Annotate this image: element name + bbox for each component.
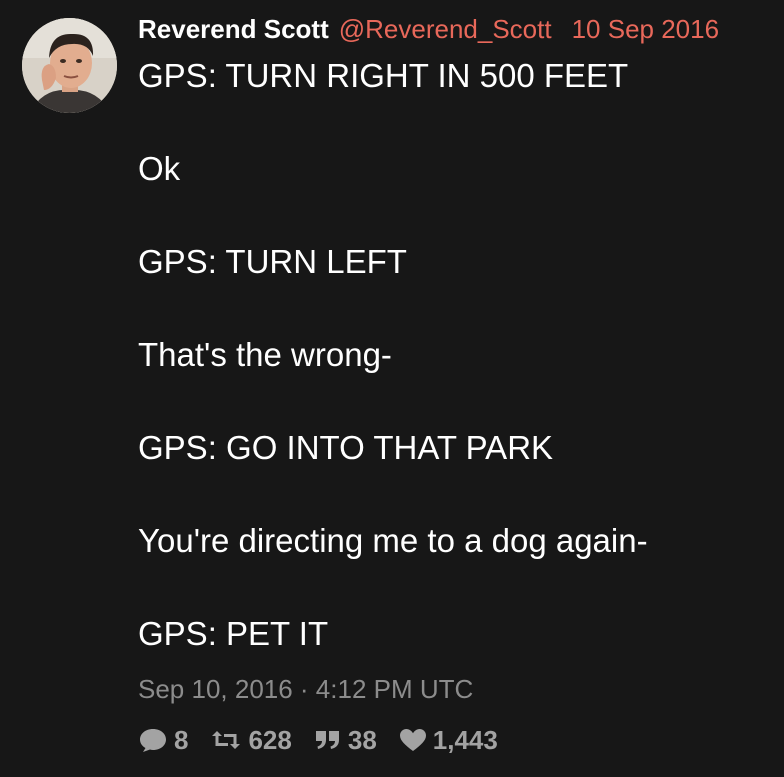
- like-count: 1,443: [432, 724, 498, 755]
- comment-icon: [138, 727, 168, 753]
- tweet: Reverend Scott @Reverend_Scott 10 Sep 2016…: [0, 0, 784, 777]
- reply-count: 8: [174, 724, 189, 755]
- like-stat[interactable]: 1,443: [399, 725, 498, 756]
- quote-count: 38: [347, 724, 377, 755]
- tweet-stats: 8 628 38 1,443: [138, 722, 520, 758]
- avatar[interactable]: [22, 18, 117, 113]
- quote-icon: [314, 728, 342, 752]
- quote-stat[interactable]: 38: [314, 725, 377, 756]
- tweet-line: GPS: TURN LEFT: [138, 243, 407, 280]
- retweet-icon: [210, 728, 242, 752]
- display-name[interactable]: Reverend Scott: [138, 14, 329, 44]
- user-handle[interactable]: @Reverend_Scott: [339, 14, 552, 44]
- tweet-timestamp[interactable]: Sep 10, 2016 · 4:12 PM UTC: [138, 672, 473, 706]
- tweet-text: GPS: TURN RIGHT IN 500 FEET Ok GPS: TURN…: [138, 56, 768, 654]
- heart-icon: [399, 728, 427, 752]
- tweet-date[interactable]: 10 Sep 2016: [572, 14, 719, 44]
- tweet-line: GPS: TURN RIGHT IN 500 FEET: [138, 57, 629, 94]
- tweet-line: GPS: GO INTO THAT PARK: [138, 429, 554, 466]
- tweet-line: You're directing me to a dog again-: [138, 522, 648, 559]
- reply-stat[interactable]: 8: [138, 725, 188, 756]
- retweet-stat[interactable]: 628: [210, 724, 292, 756]
- tweet-line: GPS: PET IT: [138, 615, 329, 652]
- avatar-photo: [22, 18, 117, 113]
- retweet-count: 628: [248, 724, 292, 755]
- tweet-header: Reverend Scott @Reverend_Scott 10 Sep 2016: [138, 12, 719, 46]
- tweet-line: That's the wrong-: [138, 336, 392, 373]
- tweet-line: Ok: [138, 150, 181, 187]
